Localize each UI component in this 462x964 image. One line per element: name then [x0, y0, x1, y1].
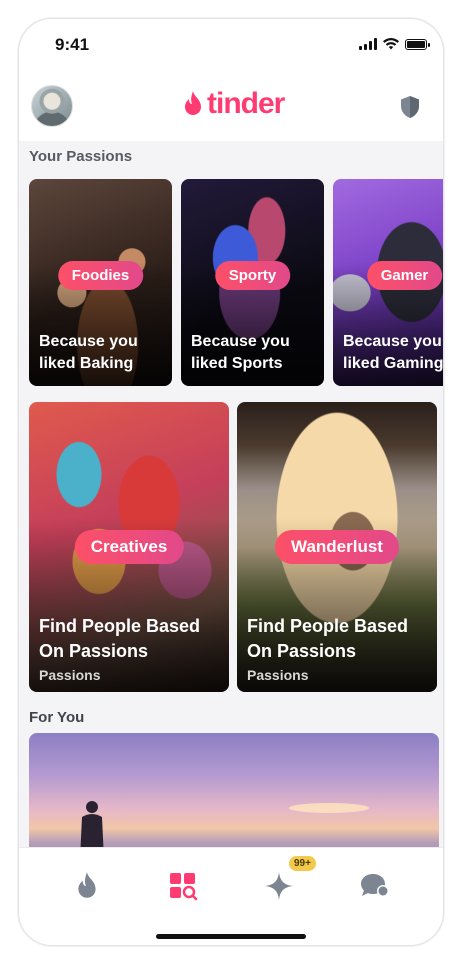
wifi-icon: [383, 38, 399, 50]
passion-card-foodies[interactable]: Foodies Because you liked Baking: [29, 179, 172, 386]
phone-frame: 9:41 tinder Your Passions Foodies Becaus…: [18, 18, 444, 946]
card-caption: Because you liked Baking: [39, 333, 138, 372]
card-subtitle: Passions: [39, 667, 101, 683]
tab-likes[interactable]: [259, 866, 299, 906]
passion-card-creatives[interactable]: Creatives Find People Based On Passions …: [29, 402, 229, 692]
battery-icon: [405, 38, 430, 50]
card-subtitle: Passions: [247, 667, 309, 683]
flame-icon: [185, 91, 201, 115]
sparkle-icon: [265, 872, 293, 900]
profile-avatar[interactable]: [31, 85, 73, 127]
signal-icon: [359, 38, 377, 50]
card-caption: Because you liked Gaming: [343, 333, 444, 372]
flame-icon: [78, 872, 96, 898]
passion-tag: Gamer: [366, 261, 443, 290]
card-caption: Find People Based On Passions: [247, 616, 409, 661]
passion-card-wanderlust[interactable]: Wanderlust Find People Based On Passions…: [237, 402, 437, 692]
status-icons: [359, 38, 430, 50]
passion-tag: Foodies: [57, 261, 144, 290]
tab-explore[interactable]: [163, 866, 203, 906]
likes-count-badge: 99+: [289, 856, 316, 871]
home-indicator: [156, 934, 306, 939]
tab-chat[interactable]: [355, 866, 395, 906]
passion-tag: Sporty: [214, 261, 291, 290]
passion-card-sporty[interactable]: Sporty Because you liked Sports: [181, 179, 324, 386]
passion-tag: Creatives: [74, 530, 184, 564]
card-caption: Find People Based On Passions: [39, 616, 201, 661]
sunset-glow: [289, 803, 369, 813]
status-time: 9:41: [55, 35, 90, 54]
tinder-logo: tinder: [181, 87, 285, 121]
shield-icon[interactable]: [399, 95, 421, 119]
passion-card-gamer[interactable]: Gamer Because you liked Gaming: [333, 179, 444, 386]
for-you-heading: For You: [29, 709, 85, 726]
logo-wordmark: tinder: [207, 87, 285, 120]
chat-icon: [361, 874, 389, 897]
tab-discover[interactable]: [67, 866, 107, 906]
app-header: tinder: [19, 75, 443, 141]
explore-icon: [170, 873, 198, 901]
passion-tag: Wanderlust: [275, 530, 399, 564]
status-bar: 9:41: [19, 19, 443, 75]
card-caption: Because you liked Sports: [191, 333, 290, 372]
your-passions-heading: Your Passions: [29, 148, 133, 165]
bottom-tab-bar: 99+: [19, 847, 443, 945]
